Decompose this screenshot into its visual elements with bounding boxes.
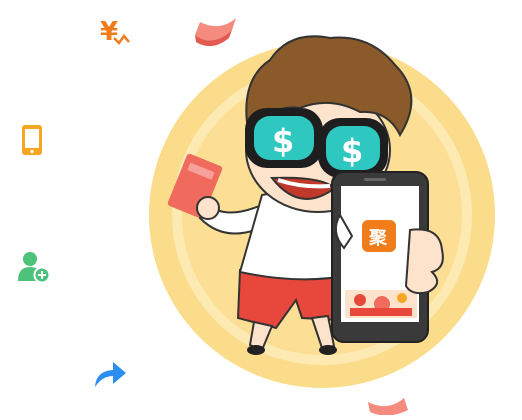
floating-red-packet (195, 18, 236, 47)
hero-illustration: $ $ 聚 (149, 18, 495, 415)
add-user-icon (18, 252, 51, 284)
yen-cashback-icon: ¥ (100, 17, 130, 47)
app-icon-label: 聚 (368, 228, 388, 249)
svg-text:¥: ¥ (100, 17, 118, 47)
floating-red-packet (368, 398, 408, 415)
svg-text:$: $ (272, 122, 294, 160)
svg-text:$: $ (341, 132, 363, 170)
mobile-phone-icon (22, 125, 42, 155)
share-arrow-icon (95, 362, 126, 387)
